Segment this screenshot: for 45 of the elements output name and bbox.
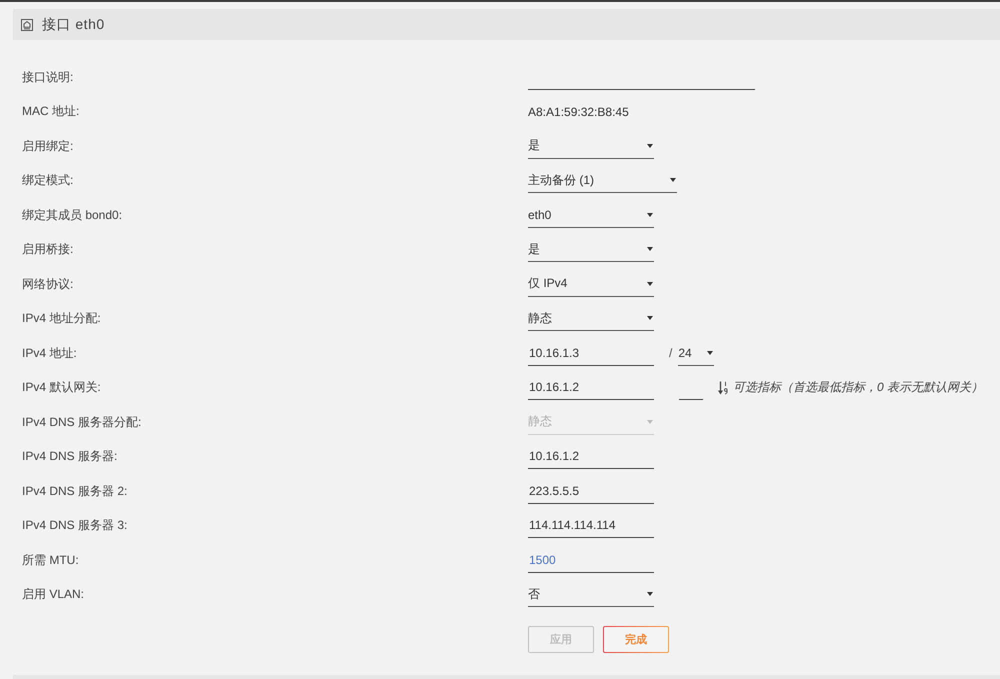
sort-down-icon xyxy=(718,380,728,395)
field-label: IPv4 DNS 服务器分配: xyxy=(22,414,142,431)
field-label: 启用 VLAN: xyxy=(22,586,86,604)
caret-down-icon xyxy=(670,178,676,182)
input-field[interactable]: 10.16.1.2 xyxy=(528,375,654,400)
input-field[interactable]: 114.114.114.114 xyxy=(528,513,654,538)
field-label: IPv4 DNS 服务器 3: xyxy=(22,517,128,534)
field-label: 网络协议: xyxy=(22,276,74,293)
dropdown[interactable]: 是 xyxy=(528,237,654,262)
caret-down-icon xyxy=(707,350,714,355)
field-label: 启用绑定: xyxy=(22,138,74,155)
caret-down-icon xyxy=(647,420,653,424)
caret-down-icon xyxy=(647,144,653,148)
caret-down-icon xyxy=(647,316,653,320)
dropdown[interactable]: eth0 xyxy=(528,202,654,228)
dropdown[interactable]: 是 xyxy=(528,134,654,159)
dropdown[interactable]: 主动备份 (1) xyxy=(528,168,677,194)
hint-text: 可选指标（首选最低指标，0 表示无默认网关） xyxy=(733,379,984,396)
field-label: 绑定其成员 bond0: xyxy=(22,206,124,224)
network-port-icon xyxy=(21,18,33,30)
field-label: IPv4 DNS 服务器: xyxy=(22,448,118,466)
field-label: 启用桥接: xyxy=(22,241,74,258)
dropdown[interactable]: 否 xyxy=(528,582,654,608)
input-field[interactable]: 1500 xyxy=(528,548,654,573)
field-label: 绑定模式: xyxy=(22,172,74,190)
caret-down-icon xyxy=(647,247,653,252)
field-label: IPv4 默认网关: xyxy=(22,379,102,396)
caret-down-icon xyxy=(647,212,653,217)
caret-down-icon xyxy=(647,592,653,596)
field-label: 接口说明: xyxy=(22,68,74,86)
dropdown[interactable]: 仅 IPv4 xyxy=(528,272,654,297)
field-label: 所需 MTU: xyxy=(22,552,80,569)
input-field[interactable]: 10.16.1.3 xyxy=(528,340,654,366)
input-field[interactable]: 10.16.1.2 xyxy=(528,444,654,470)
input-field[interactable]: 223.5.5.5 xyxy=(528,478,654,504)
field-label: IPv4 地址分配: xyxy=(22,310,102,328)
caret-down-icon xyxy=(647,282,653,286)
field-label: MAC 地址: xyxy=(22,103,80,120)
dropdown[interactable]: 静态 xyxy=(528,306,654,332)
panel-title: 接口 eth0 xyxy=(42,16,105,34)
field-value: A8:A1:59:32:B8:45 xyxy=(528,104,629,119)
field-label: IPv4 DNS 服务器 2: xyxy=(22,482,128,500)
field-label: IPv4 地址: xyxy=(22,344,78,362)
dropdown[interactable]: 24 xyxy=(678,340,714,366)
prefix-separator: / xyxy=(669,346,672,360)
